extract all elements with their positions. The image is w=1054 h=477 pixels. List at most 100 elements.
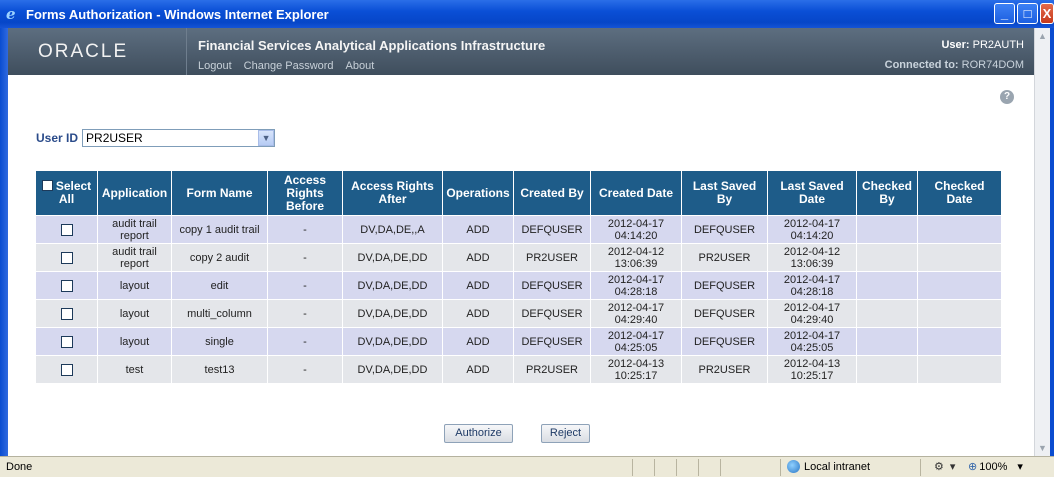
globe-icon xyxy=(787,460,800,473)
chevron-down-icon[interactable]: ▾ xyxy=(950,460,956,473)
row-checkbox[interactable] xyxy=(60,279,73,292)
minimize-button[interactable]: _ xyxy=(994,3,1015,24)
table-row[interactable]: test test13 - DV,DA,DE,DD ADD PR2USER 20… xyxy=(35,355,1002,384)
cell-form-name: edit xyxy=(171,271,268,300)
cell-checked-by xyxy=(856,299,918,328)
app-header: ORACLE Financial Services Analytical App… xyxy=(8,28,1038,75)
zoom-control[interactable]: ⊕ 100% ▾ xyxy=(968,460,1023,474)
status-divider xyxy=(698,459,699,476)
column-header: Last Saved Date xyxy=(767,170,857,216)
vertical-scrollbar[interactable]: ▲ ▼ xyxy=(1034,28,1050,456)
cell-saved-date: 2012-04-17 04:25:05 xyxy=(767,327,857,356)
select-all-checkbox[interactable] xyxy=(41,180,53,191)
reject-button[interactable]: Reject xyxy=(541,424,590,443)
cell-access-after: DV,DA,DE,DD xyxy=(342,327,443,356)
row-checkbox[interactable] xyxy=(60,363,73,376)
row-checkbox[interactable] xyxy=(60,251,73,264)
chevron-down-icon[interactable]: ▼ xyxy=(258,130,275,146)
logout-link[interactable]: Logout xyxy=(198,60,232,72)
status-divider xyxy=(920,459,921,476)
table-row[interactable]: layout single - DV,DA,DE,DD ADD DEFQUSER… xyxy=(35,327,1002,356)
change-password-link[interactable]: Change Password xyxy=(244,60,334,72)
cell-saved-by: DEFQUSER xyxy=(681,215,768,244)
cell-saved-date: 2012-04-17 04:14:20 xyxy=(767,215,857,244)
close-button[interactable]: X xyxy=(1040,3,1054,24)
column-header: Operations xyxy=(442,170,514,216)
row-checkbox-cell[interactable] xyxy=(35,355,98,384)
window-frame-left xyxy=(0,28,8,456)
forms-authorization-table: Select All Application Form Name Access … xyxy=(35,170,1002,384)
connected-value: ROR74DOM xyxy=(961,59,1024,71)
authorize-button[interactable]: Authorize xyxy=(444,424,513,443)
table-row[interactable]: audit trail report copy 1 audit trail - … xyxy=(35,215,1002,244)
cell-form-name: copy 1 audit trail xyxy=(171,215,268,244)
cell-operation: ADD xyxy=(442,271,514,300)
cell-operation: ADD xyxy=(442,355,514,384)
cell-operation: ADD xyxy=(442,215,514,244)
cell-saved-date: 2012-04-12 13:06:39 xyxy=(767,243,857,272)
cell-access-after: DV,DA,DE,DD xyxy=(342,355,443,384)
cell-created-date: 2012-04-17 04:25:05 xyxy=(590,327,682,356)
table-row[interactable]: layout edit - DV,DA,DE,DD ADD DEFQUSER 2… xyxy=(35,271,1002,300)
cell-access-before: - xyxy=(267,355,343,384)
cell-checked-date xyxy=(917,243,1002,272)
window-controls: _ □ X xyxy=(994,3,1054,24)
user-info: User: PR2AUTH Connected to: ROR74DOM xyxy=(885,39,1024,71)
cell-access-after: DV,DA,DE,DD xyxy=(342,299,443,328)
user-value: PR2AUTH xyxy=(972,39,1024,51)
cell-form-name: single xyxy=(171,327,268,356)
row-checkbox-cell[interactable] xyxy=(35,215,98,244)
column-header: Last Saved By xyxy=(681,170,768,216)
user-id-filter: User ID PR2USER ▼ xyxy=(36,129,276,147)
row-checkbox[interactable] xyxy=(60,307,73,320)
select-all-header[interactable]: Select All xyxy=(35,170,98,216)
row-checkbox-cell[interactable] xyxy=(35,299,98,328)
cell-saved-by: PR2USER xyxy=(681,243,768,272)
cell-access-after: DV,DA,DE,,A xyxy=(342,215,443,244)
column-header: Created By xyxy=(513,170,591,216)
zoom-level: 100% xyxy=(979,460,1008,473)
oracle-logo: ORACLE xyxy=(38,41,129,62)
security-zone[interactable]: Local intranet xyxy=(787,460,870,473)
cell-application: audit trail report xyxy=(97,215,172,244)
cell-checked-date xyxy=(917,355,1002,384)
cell-form-name: test13 xyxy=(171,355,268,384)
table-row[interactable]: layout multi_column - DV,DA,DE,DD ADD DE… xyxy=(35,299,1002,328)
cell-saved-by: DEFQUSER xyxy=(681,327,768,356)
tools-icon: ⚙ xyxy=(934,461,944,473)
status-bar: Done Local intranet ⚙ ▾ ⊕ 100% ▾ xyxy=(0,456,1054,477)
row-checkbox[interactable] xyxy=(60,335,73,348)
scroll-down-icon[interactable]: ▼ xyxy=(1035,440,1050,456)
table-row[interactable]: audit trail report copy 2 audit - DV,DA,… xyxy=(35,243,1002,272)
header-links: Logout Change Password About xyxy=(198,60,374,72)
window-title-bar[interactable]: e Forms Authorization - Windows Internet… xyxy=(0,0,1054,28)
help-icon[interactable]: ? xyxy=(1000,90,1014,104)
cell-created-by: PR2USER xyxy=(513,243,591,272)
row-checkbox[interactable] xyxy=(60,223,73,236)
scroll-up-icon[interactable]: ▲ xyxy=(1035,28,1050,44)
cell-checked-by xyxy=(856,355,918,384)
cell-application: test xyxy=(97,355,172,384)
protected-mode-tool[interactable]: ⚙ ▾ xyxy=(934,460,955,473)
maximize-button[interactable]: □ xyxy=(1017,3,1038,24)
cell-saved-date: 2012-04-17 04:29:40 xyxy=(767,299,857,328)
cell-created-date: 2012-04-13 10:25:17 xyxy=(590,355,682,384)
cell-checked-date xyxy=(917,215,1002,244)
about-link[interactable]: About xyxy=(346,60,375,72)
chevron-down-icon[interactable]: ▾ xyxy=(1017,460,1023,473)
user-id-select[interactable]: PR2USER ▼ xyxy=(82,129,276,147)
user-id-label: User ID xyxy=(36,131,79,145)
internet-explorer-icon: e xyxy=(6,5,16,23)
cell-checked-by xyxy=(856,243,918,272)
cell-created-date: 2012-04-17 04:14:20 xyxy=(590,215,682,244)
column-header: Checked Date xyxy=(917,170,1002,216)
cell-access-before: - xyxy=(267,271,343,300)
column-header: Created Date xyxy=(590,170,682,216)
cell-access-after: DV,DA,DE,DD xyxy=(342,243,443,272)
table-header-row: Select All Application Form Name Access … xyxy=(35,170,1002,216)
cell-access-before: - xyxy=(267,299,343,328)
cell-created-by: PR2USER xyxy=(513,355,591,384)
row-checkbox-cell[interactable] xyxy=(35,271,98,300)
row-checkbox-cell[interactable] xyxy=(35,327,98,356)
row-checkbox-cell[interactable] xyxy=(35,243,98,272)
